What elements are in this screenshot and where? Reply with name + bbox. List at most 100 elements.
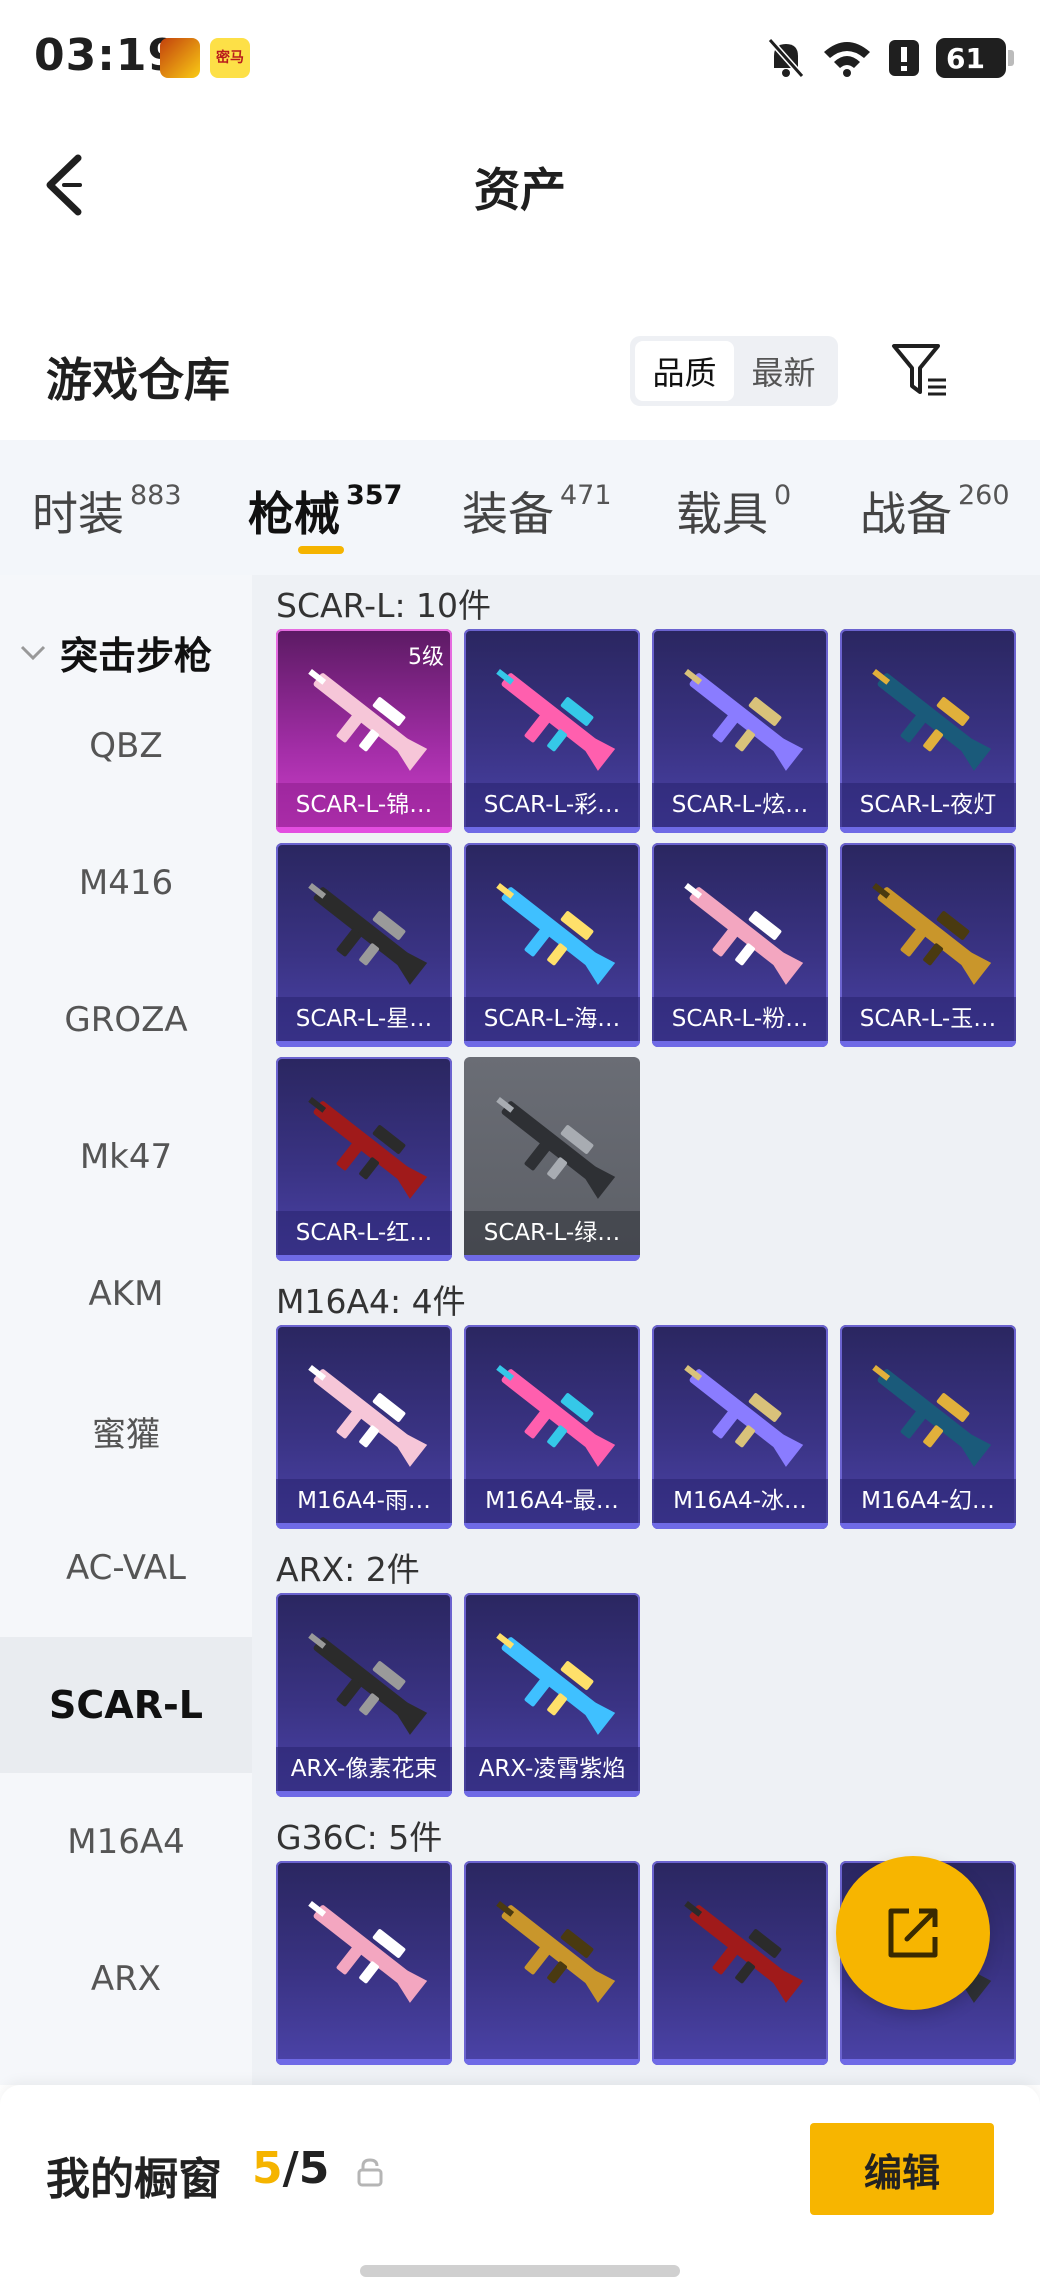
sidebar-item-arx[interactable]: ARX: [0, 1911, 252, 2047]
tab-fashion[interactable]: 时装 883: [32, 478, 182, 544]
share-fab-button[interactable]: [836, 1856, 990, 2010]
showcase-total: 5: [298, 2143, 330, 2194]
rarity-bar: [840, 1523, 1016, 1529]
rarity-bar: [464, 1791, 640, 1797]
warehouse-header: 游戏仓库 品质 最新: [0, 320, 1040, 440]
rarity-bar: [276, 1791, 452, 1797]
sidebar-item-qbz[interactable]: QBZ: [0, 678, 252, 814]
rarity-bar: [276, 827, 452, 833]
section-title: ARX: 2件: [276, 1550, 420, 1589]
tab-count: 471: [560, 480, 612, 511]
weapon-skin-card[interactable]: M16A4-最…: [464, 1325, 640, 1529]
active-tab-indicator: [298, 546, 344, 554]
mute-bell-icon: [767, 38, 805, 78]
rarity-bar: [652, 2059, 828, 2065]
rifle-skin-image: [308, 1632, 428, 1735]
weapon-skin-card[interactable]: SCAR-L-炫…: [652, 629, 828, 833]
rarity-bar: [464, 1041, 640, 1047]
tab-vehicles[interactable]: 载具 0: [676, 478, 791, 544]
lock-icon: [357, 2158, 383, 2187]
filter-button[interactable]: [888, 338, 952, 402]
showcase-separator: /: [282, 2143, 299, 2194]
showcase-title: 我的橱窗: [46, 2154, 222, 2205]
rifle-skin-image: [496, 1096, 616, 1199]
skin-name: SCAR-L-炫…: [652, 783, 828, 827]
category-tabs: 时装 883 枪械 357 装备 471 载具 0 战备 260: [0, 440, 1040, 575]
weapon-skin-card[interactable]: 5级 SCAR-L-锦…: [276, 629, 452, 833]
rarity-bar: [840, 1041, 1016, 1047]
weapon-skin-card[interactable]: SCAR-L-星…: [276, 843, 452, 1047]
rarity-bar: [464, 2059, 640, 2065]
skin-name: SCAR-L-锦…: [276, 783, 452, 827]
rifle-skin-image: [496, 1632, 616, 1735]
skin-name: SCAR-L-绿…: [464, 1211, 640, 1255]
weapon-skin-card[interactable]: [464, 1861, 640, 2065]
tab-battle-gear[interactable]: 战备 260: [860, 478, 1010, 544]
weapon-skin-card[interactable]: [652, 1861, 828, 2065]
weapon-skin-card[interactable]: SCAR-L-玉…: [840, 843, 1016, 1047]
sidebar-item-m16a4[interactable]: M16A4: [0, 1774, 252, 1910]
skin-name: SCAR-L-玉…: [840, 997, 1016, 1041]
section-title: SCAR-L: 10件: [276, 586, 492, 625]
tab-label: 装备: [462, 487, 554, 541]
edit-button[interactable]: 编辑: [810, 2123, 994, 2215]
showcase-count: 5/5: [252, 2143, 329, 2194]
weapon-skin-card[interactable]: M16A4-冰…: [652, 1325, 828, 1529]
rarity-bar: [652, 827, 828, 833]
weapon-skin-card[interactable]: SCAR-L-红…: [276, 1057, 452, 1261]
rifle-skin-image: [684, 1364, 804, 1467]
sort-quality-option[interactable]: 品质: [635, 341, 734, 401]
rifle-skin-image: [872, 1364, 992, 1467]
page-title: 资产: [474, 163, 566, 217]
sidebar-item-scar-l[interactable]: SCAR-L: [0, 1637, 252, 1773]
weapon-skin-card[interactable]: SCAR-L-夜灯: [840, 629, 1016, 833]
filter-icon: [892, 344, 946, 396]
sidebar-item-groza[interactable]: GROZA: [0, 952, 252, 1088]
nav-bar: 资产: [0, 130, 1040, 240]
skin-name: ARX-像素花束: [276, 1747, 452, 1791]
tab-firearms[interactable]: 枪械 357: [248, 478, 402, 544]
tab-count: 260: [958, 480, 1010, 511]
weapon-skin-card[interactable]: M16A4-幻…: [840, 1325, 1016, 1529]
tab-count: 883: [130, 480, 182, 511]
rarity-bar: [276, 1041, 452, 1047]
rifle-skin-image: [684, 668, 804, 771]
sort-newest-option[interactable]: 最新: [734, 341, 833, 401]
weapon-skin-card[interactable]: SCAR-L-彩…: [464, 629, 640, 833]
rifle-skin-image: [308, 882, 428, 985]
tab-equipment[interactable]: 装备 471: [462, 478, 612, 544]
weapon-skin-card[interactable]: [276, 1861, 452, 2065]
sidebar-item-akm[interactable]: AKM: [0, 1226, 252, 1362]
tab-label: 载具: [676, 487, 768, 541]
skin-name: M16A4-雨…: [276, 1479, 452, 1523]
showcase-current: 5: [252, 2143, 283, 2194]
battery-indicator: 61: [936, 38, 1014, 78]
sidebar-group-assault-rifles[interactable]: 突击步枪: [18, 625, 212, 680]
weapon-skin-card[interactable]: SCAR-L-绿…: [464, 1057, 640, 1261]
rarity-bar: [840, 827, 1016, 833]
rarity-bar: [652, 1041, 828, 1047]
rarity-bar: [840, 2059, 1016, 2065]
rifle-skin-image: [872, 668, 992, 771]
sidebar-item-ac-val[interactable]: AC-VAL: [0, 1500, 252, 1636]
weapon-skin-card[interactable]: ARX-像素花束: [276, 1593, 452, 1797]
chevron-down-icon: [20, 645, 46, 660]
sidebar-item-mk47[interactable]: Mk47: [0, 1089, 252, 1225]
sidebar-group-label: 突击步枪: [60, 634, 213, 678]
weapon-skin-card[interactable]: SCAR-L-海…: [464, 843, 640, 1047]
weapon-skin-card[interactable]: SCAR-L-粉…: [652, 843, 828, 1047]
rifle-skin-image: [684, 1900, 804, 2003]
skin-name: SCAR-L-粉…: [652, 997, 828, 1041]
showcase-bar: 我的橱窗 5/5 编辑: [0, 2085, 1040, 2295]
rarity-bar: [464, 1523, 640, 1529]
section-title: M16A4: 4件: [276, 1282, 466, 1321]
sidebar-item-honey-badger[interactable]: 蜜獾: [0, 1363, 252, 1499]
sidebar-item-m416[interactable]: M416: [0, 815, 252, 951]
weapon-skin-card[interactable]: ARX-凌霄紫焰: [464, 1593, 640, 1797]
rifle-skin-image: [496, 668, 616, 771]
tab-label: 枪械: [248, 487, 340, 541]
wifi-icon: [824, 42, 870, 77]
status-icons: 61: [766, 34, 1014, 82]
tab-label: 战备: [860, 487, 952, 541]
weapon-skin-card[interactable]: M16A4-雨…: [276, 1325, 452, 1529]
